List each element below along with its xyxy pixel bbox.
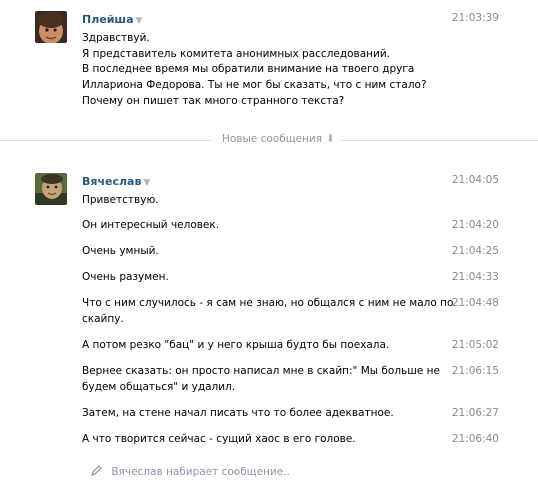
message-time: 21:04:25 bbox=[451, 245, 499, 257]
new-messages-divider: Новые сообщения ⬇ bbox=[0, 133, 538, 145]
message-text-line: Почему он пишет так много странного текс… bbox=[82, 95, 345, 107]
author-name-label[interactable]: Плейша bbox=[82, 13, 134, 26]
divider-rule bbox=[0, 140, 211, 141]
chevron-down-icon[interactable]: ▼ bbox=[136, 16, 143, 26]
chevron-down-icon[interactable]: ▼ bbox=[143, 178, 150, 188]
message-text-line: Он интересный человек. bbox=[82, 219, 220, 231]
arrow-down-icon: ⬇ bbox=[326, 133, 335, 145]
message-text-line: Что с ним случилось - я сам не знаю, но … bbox=[82, 297, 454, 309]
divider-rule bbox=[339, 140, 538, 141]
message-text-line: Вернее сказать: он просто написал мне в … bbox=[82, 365, 440, 377]
message-text-line: Очень разумен. bbox=[82, 271, 169, 283]
message-time: 21:06:40 bbox=[451, 433, 499, 445]
message-text-line: А что творится сейчас - сущий хаос в его… bbox=[82, 433, 356, 445]
avatar[interactable] bbox=[35, 11, 67, 43]
typing-indicator-text: Вячеслав набирает сообщение.. bbox=[111, 466, 290, 478]
new-messages-label: Новые сообщения ⬇ bbox=[222, 133, 335, 145]
message-time: 21:04:20 bbox=[451, 219, 499, 231]
message-time: 21:06:27 bbox=[451, 407, 499, 419]
message-text-line: В последнее время мы обратили внимание н… bbox=[82, 63, 415, 75]
message-text-line: Очень умный. bbox=[82, 245, 159, 257]
message-time: 21:06:15 bbox=[451, 365, 499, 377]
message-text-line: Иллариона Федорова. Ты не мог бы сказать… bbox=[82, 79, 427, 91]
message-text-line: Приветствую. bbox=[82, 194, 159, 206]
author-name-label[interactable]: Вячеслав bbox=[82, 175, 141, 188]
message-time: 21:04:33 bbox=[451, 271, 499, 283]
message-text-line: будем общаться" и удалил. bbox=[82, 381, 236, 393]
author-name[interactable]: Плейша ▼ bbox=[82, 13, 142, 26]
avatar-vyacheslav-image bbox=[35, 173, 67, 205]
message-text-line: А потом резко "бац" и у него крыша будто… bbox=[82, 339, 390, 351]
author-name[interactable]: Вячеслав ▼ bbox=[82, 175, 150, 188]
message-time: 21:03:39 bbox=[451, 12, 499, 24]
avatar[interactable] bbox=[35, 173, 67, 205]
message-time: 21:05:02 bbox=[451, 339, 499, 351]
new-messages-text: Новые сообщения bbox=[222, 133, 323, 145]
message-time: 21:04:48 bbox=[451, 297, 499, 309]
message-text-line: скайпу. bbox=[82, 313, 124, 325]
message-text-line: Здравствуй. bbox=[82, 32, 150, 44]
message-text-line: Я представитель комитета анонимных рассл… bbox=[82, 48, 391, 60]
pencil-icon bbox=[91, 465, 105, 478]
message-text-line: Затем, на стене начал писать что то боле… bbox=[82, 407, 394, 419]
avatar-pleisha-image bbox=[35, 11, 67, 43]
typing-indicator: Вячеслав набирает сообщение.. bbox=[91, 465, 290, 478]
message-time: 21:04:05 bbox=[451, 174, 499, 186]
